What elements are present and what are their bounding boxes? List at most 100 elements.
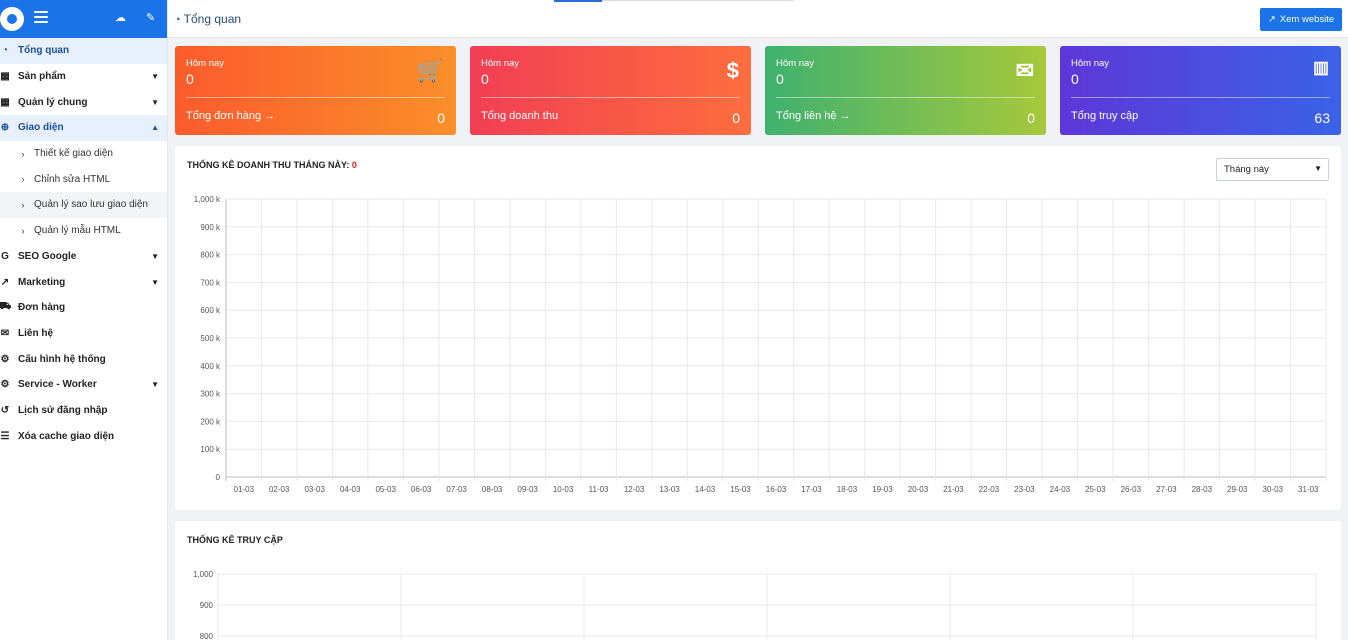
- gear-icon: ⚙: [0, 353, 10, 365]
- y-tick-label: 800 k: [200, 251, 221, 260]
- header-divider: [602, 0, 794, 1]
- x-tick-label: 09-03: [517, 485, 538, 494]
- bar-chart-icon: ▥: [1312, 58, 1329, 77]
- sidebar-item-contacts[interactable]: ✉ Liên hệ: [0, 321, 167, 347]
- y-tick-label: 800: [200, 632, 214, 640]
- y-tick-label: 400 k: [200, 362, 221, 371]
- card-top-label: Hôm nay: [776, 58, 815, 69]
- card-top-value: 0: [776, 71, 784, 87]
- sidebar-subitem-theme-backup[interactable]: › Quản lý sao lưu giao diện: [0, 192, 167, 218]
- x-tick-label: 07-03: [446, 485, 467, 494]
- sidebar-item-marketing[interactable]: ↗ Marketing ▼: [0, 269, 167, 295]
- sidebar-item-label: Giao diện: [18, 122, 64, 134]
- visits-chart: 800 900 1,000: [193, 570, 1317, 640]
- visits-chart-panel: THỐNG KÊ TRUY CẬP 800 900 1,000: [175, 521, 1341, 640]
- sidebar-item-service-worker[interactable]: ⚙ Service - Worker ▼: [0, 372, 167, 398]
- x-tick-label: 11-03: [589, 485, 609, 494]
- card-bottom-label: Tổng doanh thu: [481, 110, 559, 122]
- x-tick-label: 28-03: [1192, 485, 1213, 494]
- sidebar-item-label: Marketing: [18, 276, 66, 288]
- card-bottom-label[interactable]: Tổng đơn hàng →: [186, 110, 275, 126]
- x-tick-label: 13-03: [659, 485, 680, 494]
- x-tick-label: 04-03: [340, 485, 361, 494]
- y-tick-label: 700 k: [200, 278, 221, 287]
- cart-icon: ⛟: [0, 301, 12, 313]
- sidebar-item-theme[interactable]: ⊕ Giao diện ▲: [0, 115, 167, 141]
- top-header: ◔ Tổng quan ↗ Xem website: [168, 0, 1348, 38]
- sidebar-item-products[interactable]: ▦ Sản phẩm ▼: [0, 64, 167, 90]
- x-tick-label: 24-03: [1050, 485, 1071, 494]
- y-tick-label: 900 k: [200, 223, 221, 232]
- stat-card-orders: Hôm nay 0 🛒 Tổng đơn hàng → 0: [175, 46, 456, 135]
- x-tick-label: 27-03: [1156, 485, 1177, 494]
- cart-icon: 🛒: [416, 58, 444, 83]
- x-tick-label: 02-03: [269, 485, 290, 494]
- y-tick-label: 600 k: [200, 306, 221, 315]
- globe-icon: ⊕: [0, 122, 10, 134]
- sidebar-item-label: SEO Google: [18, 250, 77, 262]
- sidebar-item-label: Cấu hình hệ thống: [18, 353, 106, 365]
- sidebar-item-seo-google[interactable]: G SEO Google ▼: [0, 244, 167, 270]
- envelope-icon: ✉: [1015, 58, 1034, 83]
- sidebar-subitem-theme-design[interactable]: › Thiết kế giao diện: [0, 141, 167, 167]
- grid-icon: ▦: [0, 96, 10, 108]
- y-tick-label: 300 k: [200, 390, 221, 399]
- x-tick-label: 14-03: [695, 485, 716, 494]
- sidebar-item-system-config[interactable]: ⚙ Cấu hình hệ thống: [0, 346, 167, 372]
- chevron-down-icon: ▼: [151, 72, 159, 82]
- sidebar-item-orders[interactable]: ⛟ Đơn hàng: [0, 295, 167, 321]
- x-tick-label: 05-03: [375, 485, 396, 494]
- page-title-text: Tổng quan: [183, 12, 242, 26]
- sidebar-item-label: Quản lý mẫu HTML: [34, 225, 121, 237]
- chevron-down-icon: ▼: [151, 251, 159, 261]
- chevron-right-icon: ›: [21, 199, 25, 210]
- card-bottom-value: 0: [1027, 110, 1035, 126]
- edit-icon[interactable]: ✎: [146, 11, 155, 24]
- view-website-label: Xem website: [1279, 14, 1335, 25]
- card-divider: [776, 97, 1035, 98]
- sidebar-item-label: Quản lý chung: [18, 96, 88, 108]
- sidebar-item-label: Tổng quan: [18, 45, 70, 57]
- chevron-right-icon: ›: [21, 174, 25, 185]
- card-top-label: Hôm nay: [186, 58, 225, 69]
- stat-card-visits: Hôm nay 0 ▥ Tổng truy cập 63: [1060, 46, 1341, 135]
- chevron-down-icon: ▼: [151, 277, 159, 287]
- card-bottom-value: 0: [732, 110, 740, 126]
- x-tick-label: 22-03: [979, 485, 1000, 494]
- card-bottom-label[interactable]: Tổng liên hệ →: [776, 110, 851, 126]
- x-tick-label: 08-03: [482, 485, 503, 494]
- cloud-upload-icon[interactable]: ☁: [115, 11, 126, 24]
- sidebar-item-label: Đơn hàng: [18, 302, 66, 314]
- card-bottom-value: 0: [437, 110, 445, 126]
- sidebar-item-label: Quản lý sao lưu giao diện: [34, 199, 148, 211]
- envelope-icon: ✉: [0, 327, 10, 339]
- card-bottom-label: Tổng truy cập: [1071, 110, 1139, 122]
- y-tick-label: 1,000 k: [194, 195, 221, 204]
- chart-icon: ↗: [0, 276, 10, 288]
- hamburger-menu-icon[interactable]: [34, 11, 48, 25]
- x-tick-label: 06-03: [411, 485, 432, 494]
- sidebar-subitem-edit-html[interactable]: › Chỉnh sửa HTML: [0, 166, 167, 192]
- x-tick-label: 10-03: [553, 485, 574, 494]
- gears-icon: ⚙: [0, 379, 10, 391]
- card-divider: [1071, 97, 1330, 98]
- y-tick-label: 500 k: [200, 334, 221, 343]
- x-tick-label: 18-03: [837, 485, 858, 494]
- sidebar-subitem-html-templates[interactable]: › Quản lý mẫu HTML: [0, 218, 167, 244]
- x-tick-label: 26-03: [1121, 485, 1142, 494]
- card-top-label: Hôm nay: [481, 58, 520, 69]
- revenue-chart: 0 100 k 200 k 300 k 400 k 500 k 600 k 700 k 800 …: [194, 195, 1327, 494]
- sidebar-item-dashboard[interactable]: ◔ Tổng quan: [0, 38, 167, 64]
- view-website-button[interactable]: ↗ Xem website: [1260, 8, 1342, 31]
- grid-icon: ▦: [0, 71, 10, 83]
- logo[interactable]: [0, 7, 24, 31]
- sidebar-item-clear-cache[interactable]: ☰ Xóa cache giao diện: [0, 423, 167, 449]
- sidebar-item-general[interactable]: ▦ Quản lý chung ▼: [0, 89, 167, 115]
- card-top-value: 0: [186, 71, 194, 87]
- card-top-label: Hôm nay: [1071, 58, 1110, 69]
- stat-card-revenue: Hôm nay 0 $ Tổng doanh thu 0: [470, 46, 751, 135]
- x-tick-label: 01-03: [234, 485, 255, 494]
- sidebar-item-login-history[interactable]: ↺ Lịch sử đăng nhập: [0, 398, 167, 424]
- x-tick-label: 21-03: [943, 485, 964, 494]
- y-tick-label: 900: [200, 601, 214, 610]
